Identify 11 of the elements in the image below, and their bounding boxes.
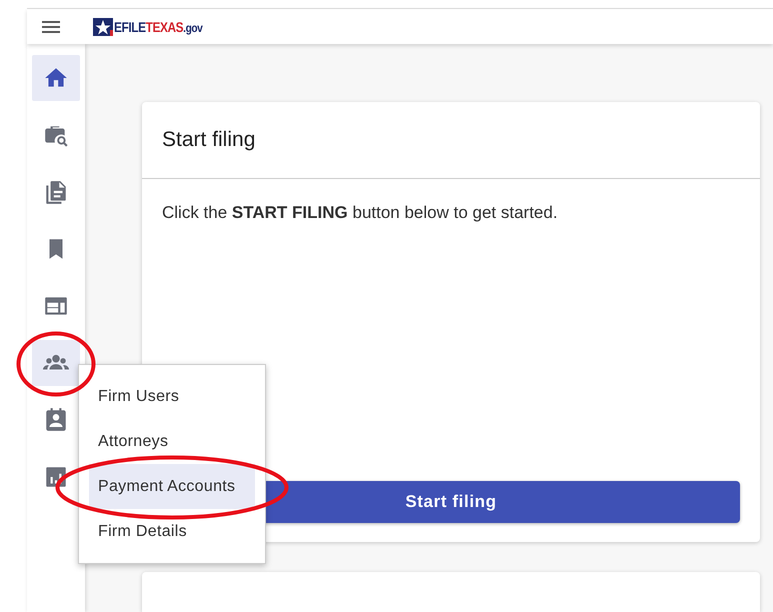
home-nav-button[interactable] xyxy=(32,55,80,101)
logo-text: EFILE xyxy=(114,18,146,34)
menu-item[interactable]: Attorneys xyxy=(89,419,255,464)
logo-text: .gov xyxy=(183,20,202,34)
instruction-text: Click the START FILING button below to get started. xyxy=(162,203,558,223)
menu-item[interactable]: Firm Users xyxy=(89,374,255,419)
people-group-nav-button[interactable] xyxy=(32,340,80,386)
menu-item[interactable]: Payment Accounts xyxy=(89,464,255,509)
logo-text: TEXAS xyxy=(146,18,184,34)
card-title: Start filing xyxy=(142,102,760,179)
star-flag-icon xyxy=(93,18,113,36)
